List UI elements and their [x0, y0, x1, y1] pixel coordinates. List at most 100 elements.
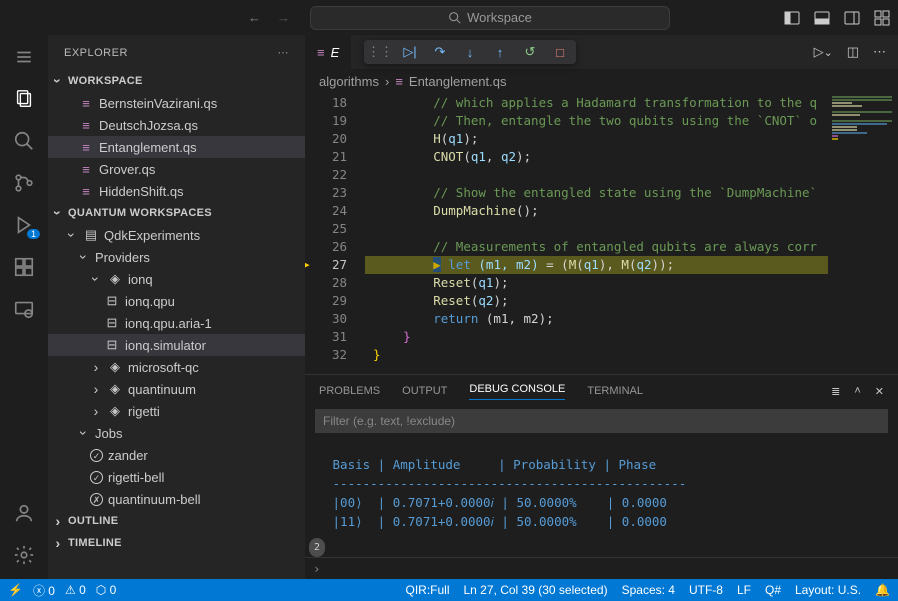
more-icon[interactable]: ⋯ — [278, 46, 290, 59]
job-item[interactable]: ✗quantinuum-bell — [48, 488, 305, 510]
sidebar-title: EXPLORER ⋯ — [48, 35, 305, 70]
job-item[interactable]: ✓rigetti-bell — [48, 466, 305, 488]
extensions-icon[interactable] — [12, 255, 36, 279]
status-language[interactable]: Q# — [765, 583, 781, 597]
tab-terminal[interactable]: TERMINAL — [587, 385, 643, 397]
target-icon: ⊟ — [104, 315, 120, 331]
step-into-icon[interactable]: ↓ — [462, 44, 478, 60]
layout-controls — [784, 10, 890, 26]
panel-filter-icon[interactable]: ≣ — [831, 385, 840, 398]
toggle-secondary-sidebar-icon[interactable] — [844, 10, 860, 26]
file-item[interactable]: ≡BernsteinVazirani.qs — [48, 92, 305, 114]
job-item[interactable]: ✓zander — [48, 444, 305, 466]
remote-explorer-icon[interactable] — [12, 297, 36, 321]
repl-input[interactable]: › — [305, 557, 898, 579]
target-item[interactable]: ⊟ionq.qpu.aria-1 — [48, 312, 305, 334]
settings-gear-icon[interactable] — [12, 543, 36, 567]
file-item[interactable]: ≡Entanglement.qs — [48, 136, 305, 158]
debug-badge: 1 — [27, 229, 40, 239]
code-editor[interactable]: 181920212223242526▶272829303132 // which… — [305, 92, 898, 374]
provider-item[interactable]: ◈rigetti — [48, 400, 305, 422]
editor-tab-entanglement[interactable]: ≡ E — [305, 35, 352, 70]
explorer-icon[interactable] — [12, 87, 36, 111]
panel-close-icon[interactable]: ✕ — [875, 385, 884, 398]
qsharp-file-icon: ≡ — [78, 140, 94, 155]
editor-area: ≡ E ▷⌄ ◫ ⋯ algorithms› ≡ Entanglement.qs… — [305, 35, 898, 579]
tab-problems[interactable]: PROBLEMS — [319, 385, 380, 397]
status-encoding[interactable]: UTF-8 — [689, 583, 723, 597]
quantum-workspaces-header[interactable]: QUANTUM WORKSPACES — [48, 202, 305, 224]
notifications-icon[interactable]: 🔔 — [875, 583, 890, 597]
provider-ionq[interactable]: ◈ionq — [48, 268, 305, 290]
target-icon: ⊟ — [104, 337, 120, 353]
outline-header[interactable]: OUTLINE — [48, 510, 305, 532]
status-eol[interactable]: LF — [737, 583, 751, 597]
provider-icon: ◈ — [107, 381, 123, 397]
minimap[interactable] — [828, 92, 898, 374]
bottom-panel: PROBLEMS OUTPUT DEBUG CONSOLE TERMINAL ≣… — [305, 374, 898, 579]
command-center[interactable]: Workspace — [310, 6, 670, 30]
provider-icon: ◈ — [107, 359, 123, 375]
toggle-panel-icon[interactable] — [814, 10, 830, 26]
status-qir[interactable]: QIR:Full — [405, 583, 449, 597]
stop-icon[interactable]: □ — [552, 44, 568, 60]
provider-item[interactable]: ◈quantinuum — [48, 378, 305, 400]
providers-node[interactable]: Providers — [48, 246, 305, 268]
file-item[interactable]: ≡HiddenShift.qs — [48, 180, 305, 202]
panel-tabs: PROBLEMS OUTPUT DEBUG CONSOLE TERMINAL ≣… — [305, 375, 898, 407]
line-gutter: 181920212223242526▶272829303132 — [305, 92, 365, 374]
provider-item[interactable]: ◈microsoft-qc — [48, 356, 305, 378]
step-over-icon[interactable]: ↷ — [432, 44, 448, 60]
qsharp-file-icon: ≡ — [78, 96, 94, 111]
ports-indicator[interactable]: ⬡ 0 — [96, 583, 117, 597]
panel-collapse-icon[interactable]: ˄ — [854, 385, 860, 398]
accounts-icon[interactable] — [12, 501, 36, 525]
target-icon: ⊟ — [104, 293, 120, 309]
status-layout[interactable]: Layout: U.S. — [795, 583, 861, 597]
continue-icon[interactable]: ▷| — [402, 44, 418, 60]
timeline-header[interactable]: TIMELINE — [48, 532, 305, 554]
warnings-indicator[interactable]: ⚠ 0 — [65, 583, 86, 597]
qdk-root[interactable]: ▤QdkExperiments — [48, 224, 305, 246]
job-status-icon: ✓ — [90, 449, 103, 462]
search-icon — [448, 11, 461, 24]
target-item[interactable]: ⊟ionq.qpu — [48, 290, 305, 312]
step-out-icon[interactable]: ↑ — [492, 44, 508, 60]
search-view-icon[interactable] — [12, 129, 36, 153]
file-item[interactable]: ≡Grover.qs — [48, 158, 305, 180]
file-item[interactable]: ≡DeutschJozsa.qs — [48, 114, 305, 136]
restart-icon[interactable]: ↺ — [522, 44, 538, 60]
remote-indicator-icon[interactable]: ⚡ — [8, 583, 23, 597]
drag-handle-icon[interactable]: ⋮⋮ — [372, 44, 388, 60]
jobs-node[interactable]: Jobs — [48, 422, 305, 444]
run-dropdown-icon[interactable]: ▷⌄ — [814, 44, 833, 60]
split-editor-icon[interactable]: ◫ — [847, 44, 859, 60]
nav-back-icon[interactable]: ← — [248, 10, 261, 25]
debug-toolbar[interactable]: ⋮⋮ ▷| ↷ ↓ ↑ ↺ □ — [364, 40, 576, 64]
tab-debug-console[interactable]: DEBUG CONSOLE — [469, 383, 565, 400]
qsharp-file-icon: ≡ — [395, 74, 403, 89]
qsharp-file-icon: ≡ — [317, 45, 325, 60]
target-item[interactable]: ⊟ionq.simulator — [48, 334, 305, 356]
toggle-primary-sidebar-icon[interactable] — [784, 10, 800, 26]
status-indent[interactable]: Spaces: 4 — [622, 583, 675, 597]
workspace-section-header[interactable]: WORKSPACE — [48, 70, 305, 92]
menu-icon[interactable] — [12, 45, 36, 69]
errors-indicator[interactable]: ⓧ 0 — [33, 582, 55, 599]
console-filter-input[interactable]: Filter (e.g. text, !exclude) — [315, 409, 888, 433]
activity-bar: 1 — [0, 35, 48, 579]
console-output: Basis | Amplitude | Probability | Phase … — [305, 441, 898, 579]
status-cursor[interactable]: Ln 27, Col 39 (30 selected) — [464, 583, 608, 597]
titlebar: ← → Workspace — [0, 0, 898, 35]
job-status-icon: ✓ — [90, 471, 103, 484]
breadcrumb[interactable]: algorithms› ≡ Entanglement.qs — [305, 70, 898, 92]
more-actions-icon[interactable]: ⋯ — [873, 44, 886, 60]
search-placeholder: Workspace — [467, 10, 532, 25]
code-content[interactable]: // which applies a Hadamard transformati… — [365, 92, 828, 374]
customize-layout-icon[interactable] — [874, 10, 890, 26]
source-control-icon[interactable] — [12, 171, 36, 195]
run-debug-icon[interactable]: 1 — [12, 213, 36, 237]
job-status-icon: ✗ — [90, 493, 103, 506]
tab-output[interactable]: OUTPUT — [402, 385, 447, 397]
nav-forward-icon[interactable]: → — [277, 10, 290, 25]
